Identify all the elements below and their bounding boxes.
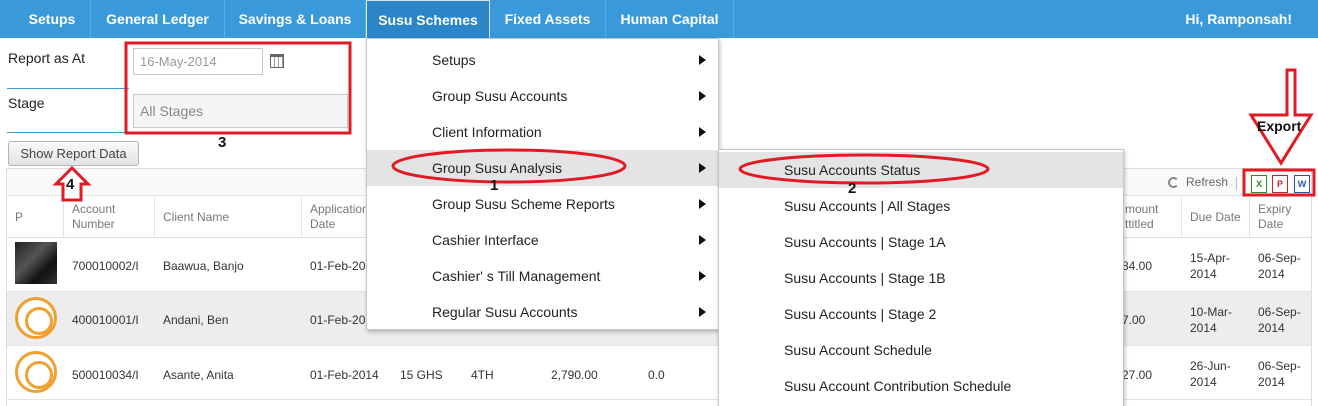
annotation-number-4: 4 xyxy=(66,176,75,193)
annotation-ellipse-status xyxy=(738,153,990,185)
annotation-box-export xyxy=(1242,168,1316,197)
annotation-ellipse-analysis xyxy=(391,148,627,184)
annotation-export-label: Export xyxy=(1257,118,1302,134)
annotation-overlay xyxy=(52,41,1316,202)
annotation-number-3: 3 xyxy=(218,134,227,151)
annotation-box-inputs xyxy=(124,41,352,135)
annotation-number-1: 1 xyxy=(490,177,499,194)
annotation-number-2: 2 xyxy=(848,180,857,197)
annotation-arrow-export xyxy=(1248,68,1314,166)
